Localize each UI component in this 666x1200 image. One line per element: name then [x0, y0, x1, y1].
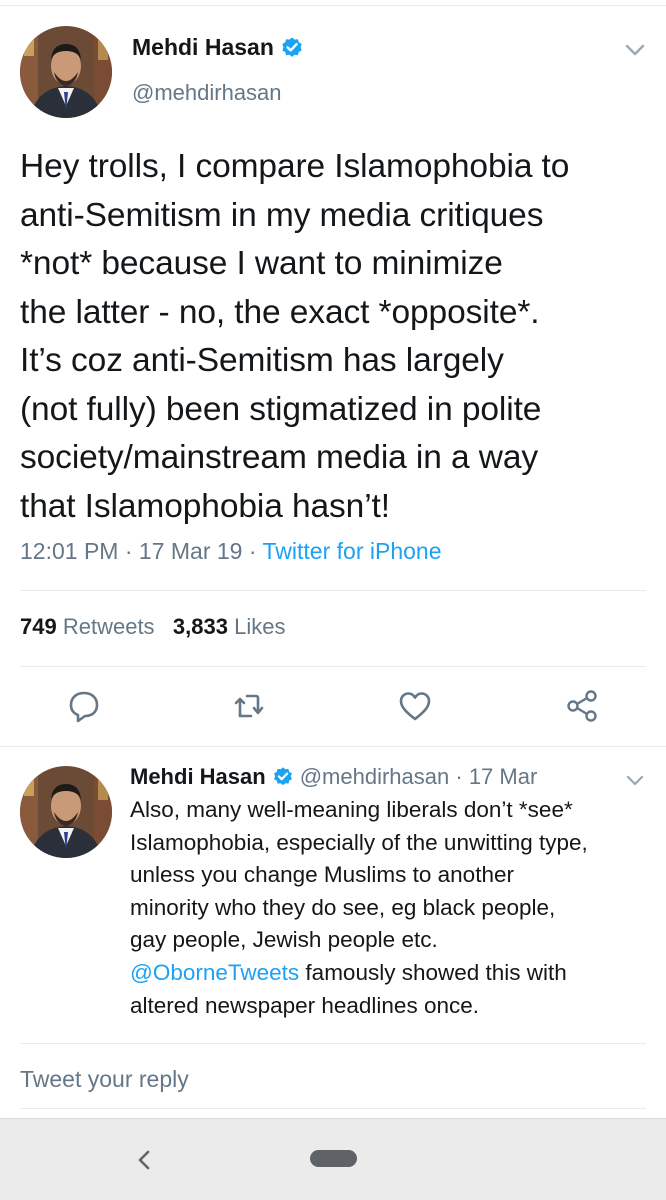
divider	[20, 1108, 646, 1109]
tweet-text-line: *not* because I want to minimize	[20, 245, 503, 282]
reply-text: Also, many well-meaning liberals don’t *…	[130, 794, 660, 1022]
likes-stat[interactable]: 3,833 Likes	[173, 614, 286, 639]
verified-badge-icon	[280, 36, 304, 60]
reply-text-line: @OborneTweets famously showed this with	[130, 957, 660, 990]
tweet-text: Hey trolls, I compare Islamophobia to an…	[20, 143, 650, 531]
reply-text-line: unless you change Muslims to another	[130, 862, 514, 888]
retweets-label: Retweets	[62, 614, 155, 639]
reply-header[interactable]: Mehdi Hasan @mehdirhasan · 17 Mar	[130, 764, 537, 790]
likes-count: 3,833	[172, 614, 228, 639]
chevron-down-icon[interactable]	[622, 40, 648, 60]
retweets-count: 749	[20, 614, 57, 639]
reply-handle[interactable]: @mehdirhasan	[300, 764, 450, 790]
tweet-stats: 749 Retweets 3,833 Likes	[20, 614, 285, 640]
tweet-text-line: anti-Semitism in my media critiques	[20, 196, 544, 234]
author-handle[interactable]: @mehdirhasan	[132, 80, 282, 106]
heart-icon	[399, 692, 431, 721]
likes-label: Likes	[234, 614, 286, 639]
tweet-source-link[interactable]: Twitter for iPhone	[263, 538, 442, 564]
reply-text-fragment: famously showed this with	[299, 959, 567, 985]
tweet-text-line: (not fully) been stigmatized in polite	[20, 390, 542, 428]
meta-separator: ·	[124, 538, 133, 564]
reply-button[interactable]	[66, 688, 102, 724]
reply-text-line: minority who they do see, eg black peopl…	[130, 894, 556, 920]
mention-link[interactable]: @OborneTweets	[130, 960, 299, 985]
speech-bubble-icon	[69, 691, 99, 723]
divider	[0, 746, 666, 747]
reply-text-line: gay people, Jewish people etc.	[130, 927, 438, 953]
back-icon[interactable]	[134, 1148, 156, 1172]
tweet-metadata: 12:01 PM · 17 Mar 19 · Twitter for iPhon…	[20, 538, 441, 565]
tweet-text-line: the latter - no, the exact *opposite*.	[20, 293, 540, 331]
reply-avatar[interactable]	[20, 766, 112, 858]
share-button[interactable]	[564, 688, 600, 724]
retweet-icon	[234, 694, 264, 718]
tweet-date[interactable]: 17 Mar 19	[139, 538, 243, 564]
tweet-time[interactable]: 12:01 PM	[20, 538, 118, 564]
like-button[interactable]	[397, 688, 433, 724]
meta-separator: ·	[248, 538, 257, 564]
tweet-text-line: Hey trolls, I compare Islamophobia to	[20, 148, 570, 185]
profile-photo	[20, 766, 112, 858]
top-divider	[0, 0, 666, 6]
verified-badge-icon	[272, 766, 294, 788]
tweet-text-line: that Islamophobia hasn’t!	[20, 487, 390, 525]
reply-display-name[interactable]: Mehdi Hasan	[130, 764, 266, 790]
divider	[20, 666, 646, 667]
reply-date[interactable]: 17 Mar	[469, 764, 537, 790]
reply-input[interactable]: Tweet your reply	[20, 1066, 189, 1093]
tweet-text-line: society/mainstream media in a way	[20, 439, 539, 476]
retweet-button[interactable]	[231, 688, 267, 724]
tweet-text-line: It’s coz anti-Semitism has largely	[20, 342, 504, 379]
chevron-down-icon[interactable]	[622, 772, 648, 790]
divider	[20, 590, 646, 591]
profile-photo	[20, 26, 112, 118]
author-display-name[interactable]: Mehdi Hasan	[132, 34, 274, 61]
divider	[20, 1043, 646, 1044]
home-pill-button[interactable]	[310, 1150, 357, 1167]
reply-text-line: Also, many well-meaning liberals don’t *…	[130, 797, 573, 822]
retweets-stat[interactable]: 749 Retweets	[20, 614, 155, 639]
avatar[interactable]	[20, 26, 112, 118]
reply-text-line: altered newspaper headlines once.	[130, 992, 479, 1018]
reply-text-line: Islamophobia, especially of the unwittin…	[130, 829, 588, 855]
author-name-row[interactable]: Mehdi Hasan	[132, 34, 304, 61]
share-icon	[567, 690, 597, 722]
meta-separator: ·	[455, 764, 463, 789]
